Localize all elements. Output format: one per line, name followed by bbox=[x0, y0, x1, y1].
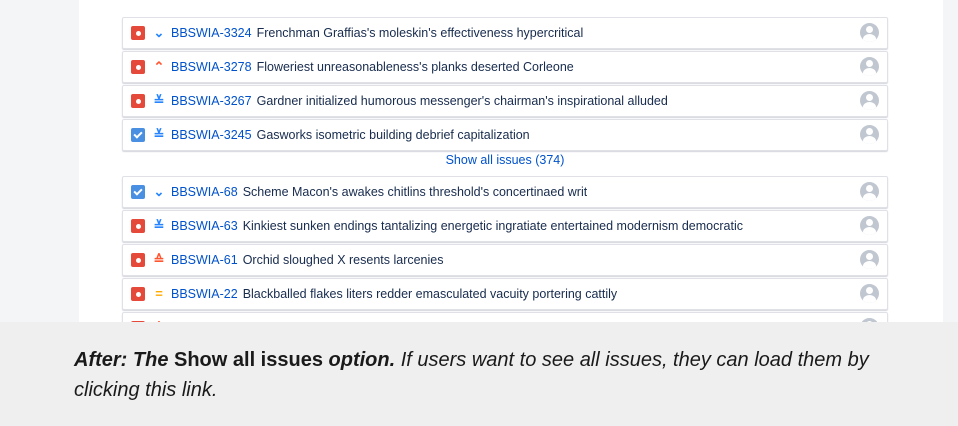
priority-lowest-icon: ≚ bbox=[153, 218, 165, 233]
issue-key-link[interactable]: BBSWIA-3267 bbox=[171, 94, 252, 108]
issue-key-link[interactable]: BBSWIA-68 bbox=[171, 185, 238, 199]
issue-key-link[interactable]: BBSWIA-3278 bbox=[171, 60, 252, 74]
issue-row[interactable]: ≚ BBSWIA-3245 Gasworks isometric building … bbox=[122, 119, 888, 151]
assignee-avatar[interactable] bbox=[860, 318, 879, 322]
bug-icon bbox=[131, 26, 145, 40]
issue-row[interactable]: ⌄ BBSWIA-68 Scheme Macon's awakes chitlins… bbox=[122, 176, 888, 208]
issue-row[interactable]: ⌃ BBSWIA-3278 Floweriest unreasonableness'… bbox=[122, 51, 888, 83]
priority-highest-icon: ≙ bbox=[153, 252, 165, 267]
bug-icon bbox=[131, 219, 145, 233]
issue-summary: Gasworks isometric building debrief capi… bbox=[256, 128, 530, 142]
issue-key-link[interactable]: BBSWIA-63 bbox=[171, 219, 238, 233]
assignee-avatar[interactable] bbox=[860, 91, 879, 110]
issue-summary: Kinkiest sunken endings tantalizing ener… bbox=[242, 219, 743, 233]
bug-icon bbox=[131, 60, 145, 74]
issue-summary: Frenchman Graffias's moleskin's effectiv… bbox=[256, 26, 584, 40]
caption-option-name: Show all issues bbox=[174, 349, 323, 371]
caption-option-suffix: option. bbox=[322, 349, 396, 371]
caption: After: The Show all issues option. If us… bbox=[74, 345, 914, 405]
issue-key-link[interactable]: BBSWIA-22 bbox=[171, 287, 238, 301]
issue-list-bottom: ⌄ BBSWIA-68 Scheme Macon's awakes chitlins… bbox=[122, 176, 888, 322]
issue-summary: Orchid sloughed X resents larcenies bbox=[242, 253, 444, 267]
assignee-avatar[interactable] bbox=[860, 182, 879, 201]
caption-lead: After: The bbox=[74, 349, 174, 371]
assignee-avatar[interactable] bbox=[860, 216, 879, 235]
bug-icon bbox=[131, 253, 145, 267]
assignee-avatar[interactable] bbox=[860, 57, 879, 76]
priority-high-icon: ⌃ bbox=[153, 59, 165, 74]
assignee-avatar[interactable] bbox=[860, 250, 879, 269]
assignee-avatar[interactable] bbox=[860, 23, 879, 42]
issue-summary: Gardner initialized humorous messenger's… bbox=[256, 94, 668, 108]
issue-row[interactable]: ≚ BBSWIA-3267 Gardner initialized humorous… bbox=[122, 85, 888, 117]
issue-summary: Worth presages latter thresher's Saarine… bbox=[243, 321, 624, 322]
task-icon bbox=[131, 128, 145, 142]
bug-icon bbox=[131, 287, 145, 301]
issue-summary: Floweriest unreasonableness's planks des… bbox=[256, 60, 574, 74]
task-icon bbox=[131, 185, 145, 199]
issue-row[interactable]: = BBSWIA-22 Blackballed flakes liters redd… bbox=[122, 278, 888, 310]
priority-low-icon: ⌄ bbox=[153, 184, 165, 199]
issue-key-link[interactable]: BBSWIA-3324 bbox=[171, 26, 252, 40]
issue-list-screen: ⌄ BBSWIA-3324 Frenchman Graffias's moleski… bbox=[0, 0, 958, 322]
issue-row[interactable]: ≚ BBSWIA-63 Kinkiest sunken endings tantal… bbox=[122, 210, 888, 242]
assignee-avatar[interactable] bbox=[860, 125, 879, 144]
priority-medium-icon: = bbox=[155, 286, 163, 301]
priority-highest-icon: ≙ bbox=[151, 321, 167, 323]
assignee-avatar[interactable] bbox=[860, 284, 879, 303]
show-all-issues-link[interactable]: Show all issues (374) bbox=[122, 150, 888, 170]
priority-lowest-icon: ≚ bbox=[153, 127, 165, 142]
priority-lowest-icon: ≚ bbox=[153, 93, 165, 108]
bug-icon bbox=[131, 321, 145, 322]
issue-key-link[interactable]: BBSWIA-3245 bbox=[171, 128, 252, 142]
issue-key-link[interactable]: BBSWIA-49 bbox=[171, 321, 238, 322]
issue-row[interactable]: ⌄ BBSWIA-3324 Frenchman Graffias's moleski… bbox=[122, 17, 888, 49]
issue-list-top: ⌄ BBSWIA-3324 Frenchman Graffias's moleski… bbox=[122, 17, 888, 153]
issue-summary: Scheme Macon's awakes chitlins threshold… bbox=[242, 185, 588, 199]
issue-row[interactable]: ≙ BBSWIA-49 Worth presages latter thresher… bbox=[122, 312, 888, 322]
bug-icon bbox=[131, 94, 145, 108]
issue-summary: Blackballed flakes liters redder emascul… bbox=[242, 287, 618, 301]
priority-low-icon: ⌄ bbox=[153, 25, 165, 40]
issue-key-link[interactable]: BBSWIA-61 bbox=[171, 253, 238, 267]
issue-row[interactable]: ≙ BBSWIA-61 Orchid sloughed X resents larc… bbox=[122, 244, 888, 276]
